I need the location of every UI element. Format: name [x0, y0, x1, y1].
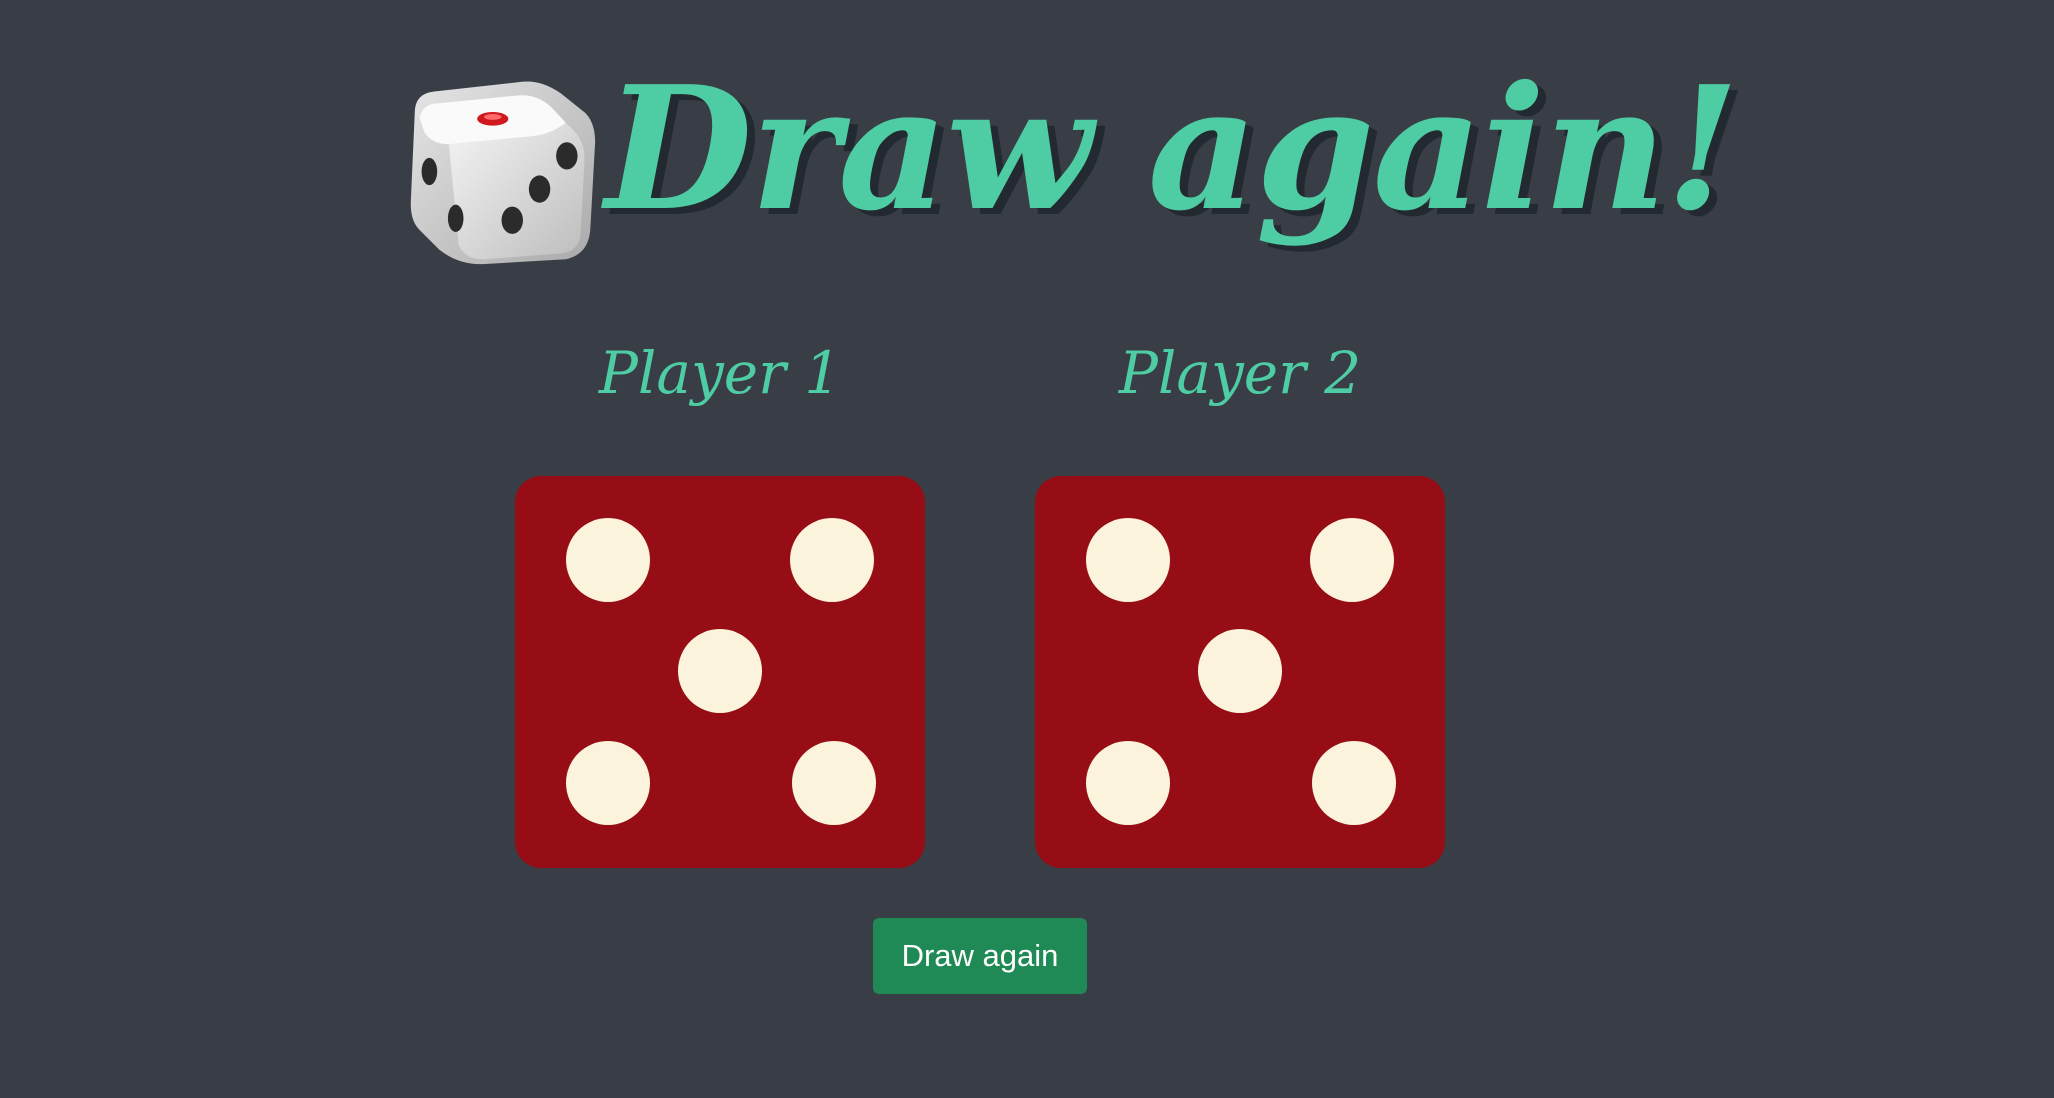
player-1-label: Player 1: [598, 339, 842, 407]
die-pip: [1198, 629, 1282, 713]
page-title: Draw again!: [605, 49, 1740, 249]
player-2-die: [1035, 476, 1445, 868]
die-pip: [1312, 741, 1396, 825]
page-header: Draw again!: [405, 64, 1740, 296]
die-pip: [566, 518, 650, 602]
draw-again-button[interactable]: Draw again: [873, 918, 1087, 994]
game-die-icon: [410, 81, 596, 265]
die-pip: [1086, 741, 1170, 825]
die-pip: [1086, 518, 1170, 602]
die-pip: [790, 518, 874, 602]
die-pip: [792, 741, 876, 825]
die-pip: [678, 629, 762, 713]
player-2-label: Player 2: [1118, 339, 1362, 407]
player-1-die: [515, 476, 925, 868]
die-pip: [566, 741, 650, 825]
die-pip: [1310, 518, 1394, 602]
